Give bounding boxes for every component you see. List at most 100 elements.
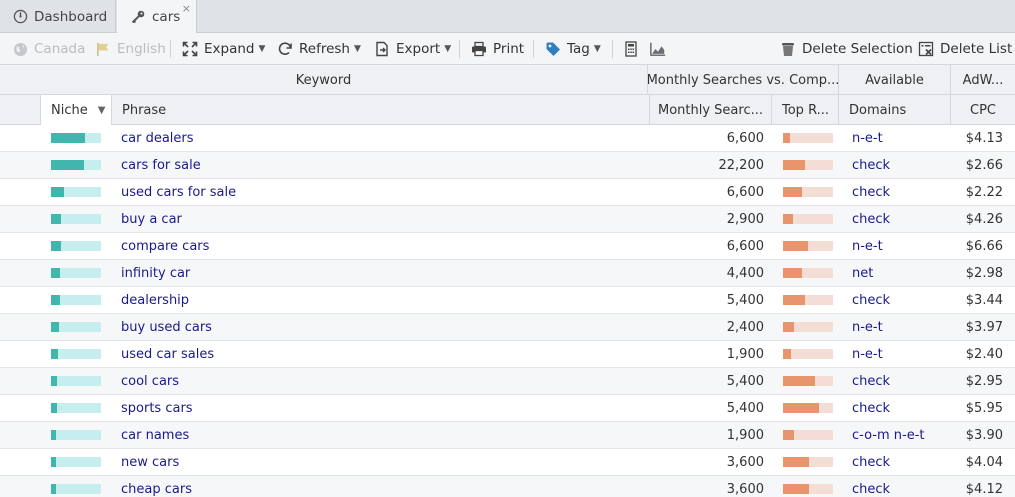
delete-selection-button[interactable]: Delete Selection: [780, 33, 913, 65]
area-chart-icon: [650, 41, 666, 57]
phrase-link[interactable]: buy a car: [121, 206, 182, 232]
phrase-link[interactable]: car dealers: [121, 125, 194, 151]
top-rank-fill: [783, 160, 805, 170]
table-row[interactable]: infinity car 4,400 net $2.98: [0, 260, 1015, 287]
domains-link[interactable]: n-e-t: [852, 233, 883, 259]
column-header-cpc[interactable]: CPC: [951, 95, 1015, 125]
niche-score-fill: [51, 214, 61, 224]
cpc-value: $4.04: [965, 454, 1003, 470]
monthly-searches-value: 5,400: [726, 400, 764, 416]
cpc-value: $2.95: [965, 373, 1003, 389]
phrase-link[interactable]: compare cars: [121, 233, 209, 259]
expand-label: Expand: [204, 41, 255, 57]
column-group-header: Keyword Monthly Searches vs. Comp... Ava…: [0, 65, 1015, 95]
phrase-link[interactable]: buy used cars: [121, 314, 212, 340]
table-row[interactable]: buy used cars 2,400 n-e-t $3.97: [0, 314, 1015, 341]
cpc-value: $4.12: [965, 481, 1003, 497]
column-header-niche[interactable]: Niche ▼: [41, 95, 112, 125]
column-header-monthly-searches[interactable]: Monthly Searc...: [650, 95, 772, 125]
table-row[interactable]: car dealers 6,600 n-e-t $4.13: [0, 125, 1015, 152]
domains-link[interactable]: check: [852, 179, 890, 205]
table-row[interactable]: sports cars 5,400 check $5.95: [0, 395, 1015, 422]
domains-link[interactable]: check: [852, 368, 890, 394]
phrase-link[interactable]: sports cars: [121, 395, 193, 421]
niche-score-bar: [51, 268, 101, 278]
select-column-header[interactable]: [0, 95, 41, 125]
phrase-link[interactable]: new cars: [121, 449, 179, 475]
phrase-link[interactable]: cars for sale: [121, 152, 201, 178]
phrase-link[interactable]: cool cars: [121, 368, 179, 394]
tag-button[interactable]: Tag ▼: [545, 33, 601, 65]
tab-dashboard[interactable]: Dashboard: [0, 0, 116, 33]
language-button[interactable]: English: [95, 33, 166, 65]
domains-link[interactable]: check: [852, 449, 890, 475]
phrase-link[interactable]: dealership: [121, 287, 189, 313]
tab-cars[interactable]: cars ×: [117, 0, 197, 34]
domains-link[interactable]: net: [852, 260, 873, 286]
country-button[interactable]: Canada: [12, 33, 85, 65]
table-row[interactable]: car names 1,900 c-o-m n-e-t $3.90: [0, 422, 1015, 449]
column-header: Niche ▼ Phrase Monthly Searc... Top R...…: [0, 95, 1015, 125]
monthly-searches-value: 3,600: [726, 454, 764, 470]
column-header-top-rank[interactable]: Top R...: [772, 95, 839, 125]
table-row[interactable]: cheap cars 3,600 check $4.12: [0, 476, 1015, 497]
niche-score-bar: [51, 349, 101, 359]
top-rank-fill: [783, 268, 802, 278]
phrase-link[interactable]: used cars for sale: [121, 179, 236, 205]
table-row[interactable]: used car sales 1,900 n-e-t $2.40: [0, 341, 1015, 368]
domains-link[interactable]: check: [852, 206, 890, 232]
domains-link[interactable]: c-o-m n-e-t: [852, 422, 924, 448]
expand-arrows-icon: [182, 41, 198, 57]
phrase-link[interactable]: car names: [121, 422, 189, 448]
domains-link[interactable]: check: [852, 395, 890, 421]
table-row[interactable]: compare cars 6,600 n-e-t $6.66: [0, 233, 1015, 260]
niche-score-fill: [51, 403, 57, 413]
domains-link[interactable]: n-e-t: [852, 314, 883, 340]
printer-icon: [471, 41, 487, 57]
phrase-link[interactable]: infinity car: [121, 260, 190, 286]
column-domains-label: Domains: [849, 102, 907, 118]
refresh-icon: [277, 41, 293, 57]
toolbar-divider: [533, 40, 534, 58]
domains-link[interactable]: check: [852, 287, 890, 313]
top-rank-bar: [783, 322, 833, 332]
cpc-value: $4.26: [965, 211, 1003, 227]
phrase-link[interactable]: used car sales: [121, 341, 214, 367]
group-available-label: Available: [865, 72, 924, 88]
niche-score-fill: [51, 268, 60, 278]
cpc-value: $3.90: [965, 427, 1003, 443]
top-rank-bar: [783, 484, 833, 494]
niche-score-bar: [51, 214, 101, 224]
toolbar-divider: [170, 40, 171, 58]
phrase-link[interactable]: cheap cars: [121, 476, 192, 497]
table-row[interactable]: buy a car 2,900 check $4.26: [0, 206, 1015, 233]
export-button[interactable]: Export ▼: [374, 33, 451, 65]
domains-link[interactable]: n-e-t: [852, 125, 883, 151]
table-row[interactable]: cool cars 5,400 check $2.95: [0, 368, 1015, 395]
chart-button[interactable]: [650, 33, 672, 65]
niche-score-fill: [51, 457, 56, 467]
globe-icon: [12, 41, 28, 57]
table-row[interactable]: dealership 5,400 check $3.44: [0, 287, 1015, 314]
expand-button[interactable]: Expand ▼: [182, 33, 265, 65]
domains-link[interactable]: n-e-t: [852, 341, 883, 367]
top-rank-bar: [783, 295, 833, 305]
cpc-value: $2.66: [965, 157, 1003, 173]
column-cpc-label: CPC: [970, 102, 996, 118]
column-header-phrase[interactable]: Phrase: [112, 95, 650, 125]
table-row[interactable]: cars for sale 22,200 check $2.66: [0, 152, 1015, 179]
delete-list-button[interactable]: Delete List: [918, 33, 1012, 65]
top-rank-fill: [783, 376, 815, 386]
table-row[interactable]: used cars for sale 6,600 check $2.22: [0, 179, 1015, 206]
trash-icon: [780, 41, 796, 57]
column-header-domains[interactable]: Domains: [839, 95, 951, 125]
cpc-value: $3.44: [965, 292, 1003, 308]
print-button[interactable]: Print: [471, 33, 524, 65]
table-row[interactable]: new cars 3,600 check $4.04: [0, 449, 1015, 476]
flag-icon: [95, 41, 111, 57]
domains-link[interactable]: check: [852, 476, 890, 497]
refresh-button[interactable]: Refresh ▼: [277, 33, 361, 65]
calculator-button[interactable]: [623, 33, 645, 65]
domains-link[interactable]: check: [852, 152, 890, 178]
close-icon[interactable]: ×: [182, 2, 191, 15]
